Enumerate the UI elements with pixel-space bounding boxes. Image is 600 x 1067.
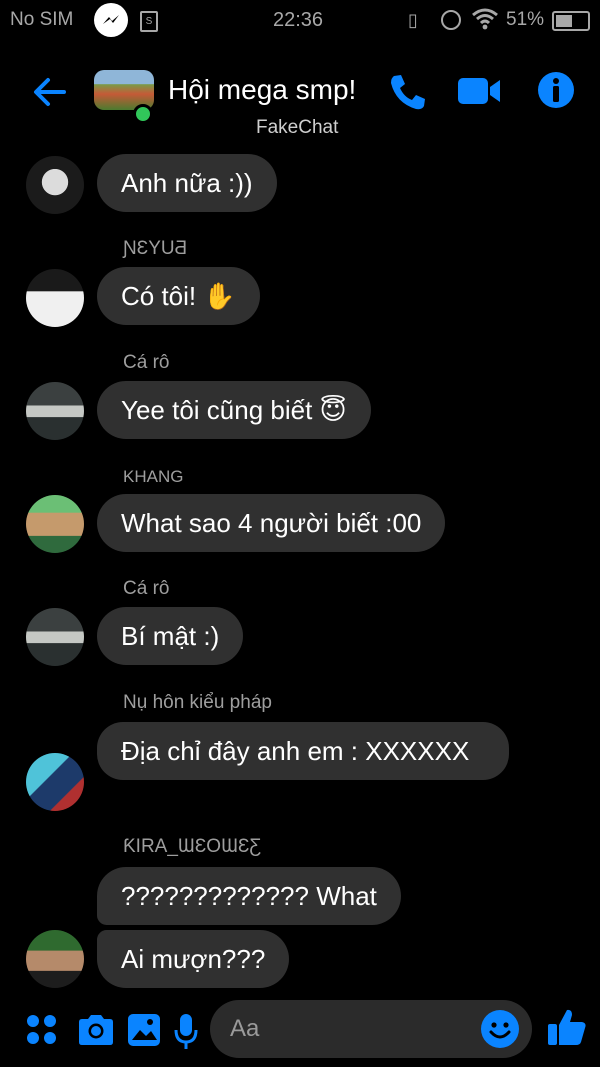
message-bubble[interactable]: Yee tôi cũng biết 😇: [97, 381, 371, 439]
emoji-button[interactable]: [480, 1009, 520, 1049]
sender-name: ƘIRA_ƜƐOƜƐƸ: [123, 836, 262, 857]
battery-level: 51%: [506, 9, 545, 30]
avatar[interactable]: [26, 495, 84, 553]
sender-name: KHANG: [123, 467, 184, 486]
apps-grid-icon: [27, 1015, 56, 1044]
sender-name: Cá rô: [123, 578, 170, 599]
thumbs-up-icon: [548, 1009, 586, 1045]
camera-icon: [79, 1015, 113, 1045]
back-arrow-icon: [34, 78, 66, 106]
message-bubble[interactable]: What sao 4 người biết :00: [97, 494, 446, 552]
message-bubble[interactable]: ????????????? What: [97, 867, 401, 925]
avatar[interactable]: [26, 156, 84, 214]
image-icon: [128, 1014, 160, 1046]
avatar[interactable]: [26, 930, 84, 988]
sender-name: Nụ hôn kiểu pháp: [123, 692, 272, 713]
apps-button[interactable]: [24, 1012, 64, 1052]
chat-title[interactable]: Hội mega smp!: [168, 74, 356, 106]
online-status-dot: [133, 104, 153, 124]
message-list[interactable]: Anh nữa :)) ƝƐYUƋ Có tôi! ✋ Cá rô Yee tô…: [0, 140, 600, 995]
voice-message-button[interactable]: [172, 1012, 212, 1052]
carrier-label: No SIM: [10, 9, 74, 30]
messenger-icon: [94, 3, 128, 37]
phone-icon: [391, 75, 425, 110]
sim-icon: S: [140, 11, 158, 32]
alarm-icon: [441, 10, 461, 30]
chat-header: Hội mega smp! FakeChat: [0, 44, 600, 140]
clock: 22:36: [273, 9, 324, 31]
vibrate-icon: ▯: [408, 10, 418, 30]
sender-name: ƝƐYUƋ: [123, 238, 188, 259]
message-bubble[interactable]: Anh nữa :)): [97, 154, 277, 212]
gallery-button[interactable]: [126, 1012, 166, 1052]
battery-icon: [552, 11, 590, 31]
wifi-icon: [472, 8, 498, 36]
avatar[interactable]: [26, 753, 84, 811]
microphone-icon: [174, 1014, 198, 1049]
status-bar: No SIM S 22:36 ▯ 51%: [0, 0, 600, 42]
avatar[interactable]: [26, 608, 84, 666]
video-call-button[interactable]: [456, 74, 502, 108]
message-bubble[interactable]: Ai mượn???: [97, 930, 290, 988]
chat-subtitle: FakeChat: [256, 117, 339, 138]
back-button[interactable]: [30, 72, 70, 112]
sender-name: Cá rô: [123, 352, 170, 373]
voice-call-button[interactable]: [386, 70, 430, 114]
info-button[interactable]: [536, 70, 576, 110]
avatar[interactable]: [26, 269, 84, 327]
emoji-icon: [481, 1010, 519, 1048]
composer-bar: [0, 996, 600, 1067]
camera-button[interactable]: [76, 1012, 116, 1052]
info-icon: [538, 72, 574, 108]
message-bubble[interactable]: Có tôi! ✋: [97, 267, 260, 325]
like-button[interactable]: [546, 1006, 588, 1048]
avatar[interactable]: [26, 382, 84, 440]
message-bubble[interactable]: Bí mật :): [97, 607, 244, 665]
message-bubble[interactable]: Địa chỉ đây anh em : XXXXXX: [97, 722, 509, 780]
video-camera-icon: [458, 78, 500, 104]
